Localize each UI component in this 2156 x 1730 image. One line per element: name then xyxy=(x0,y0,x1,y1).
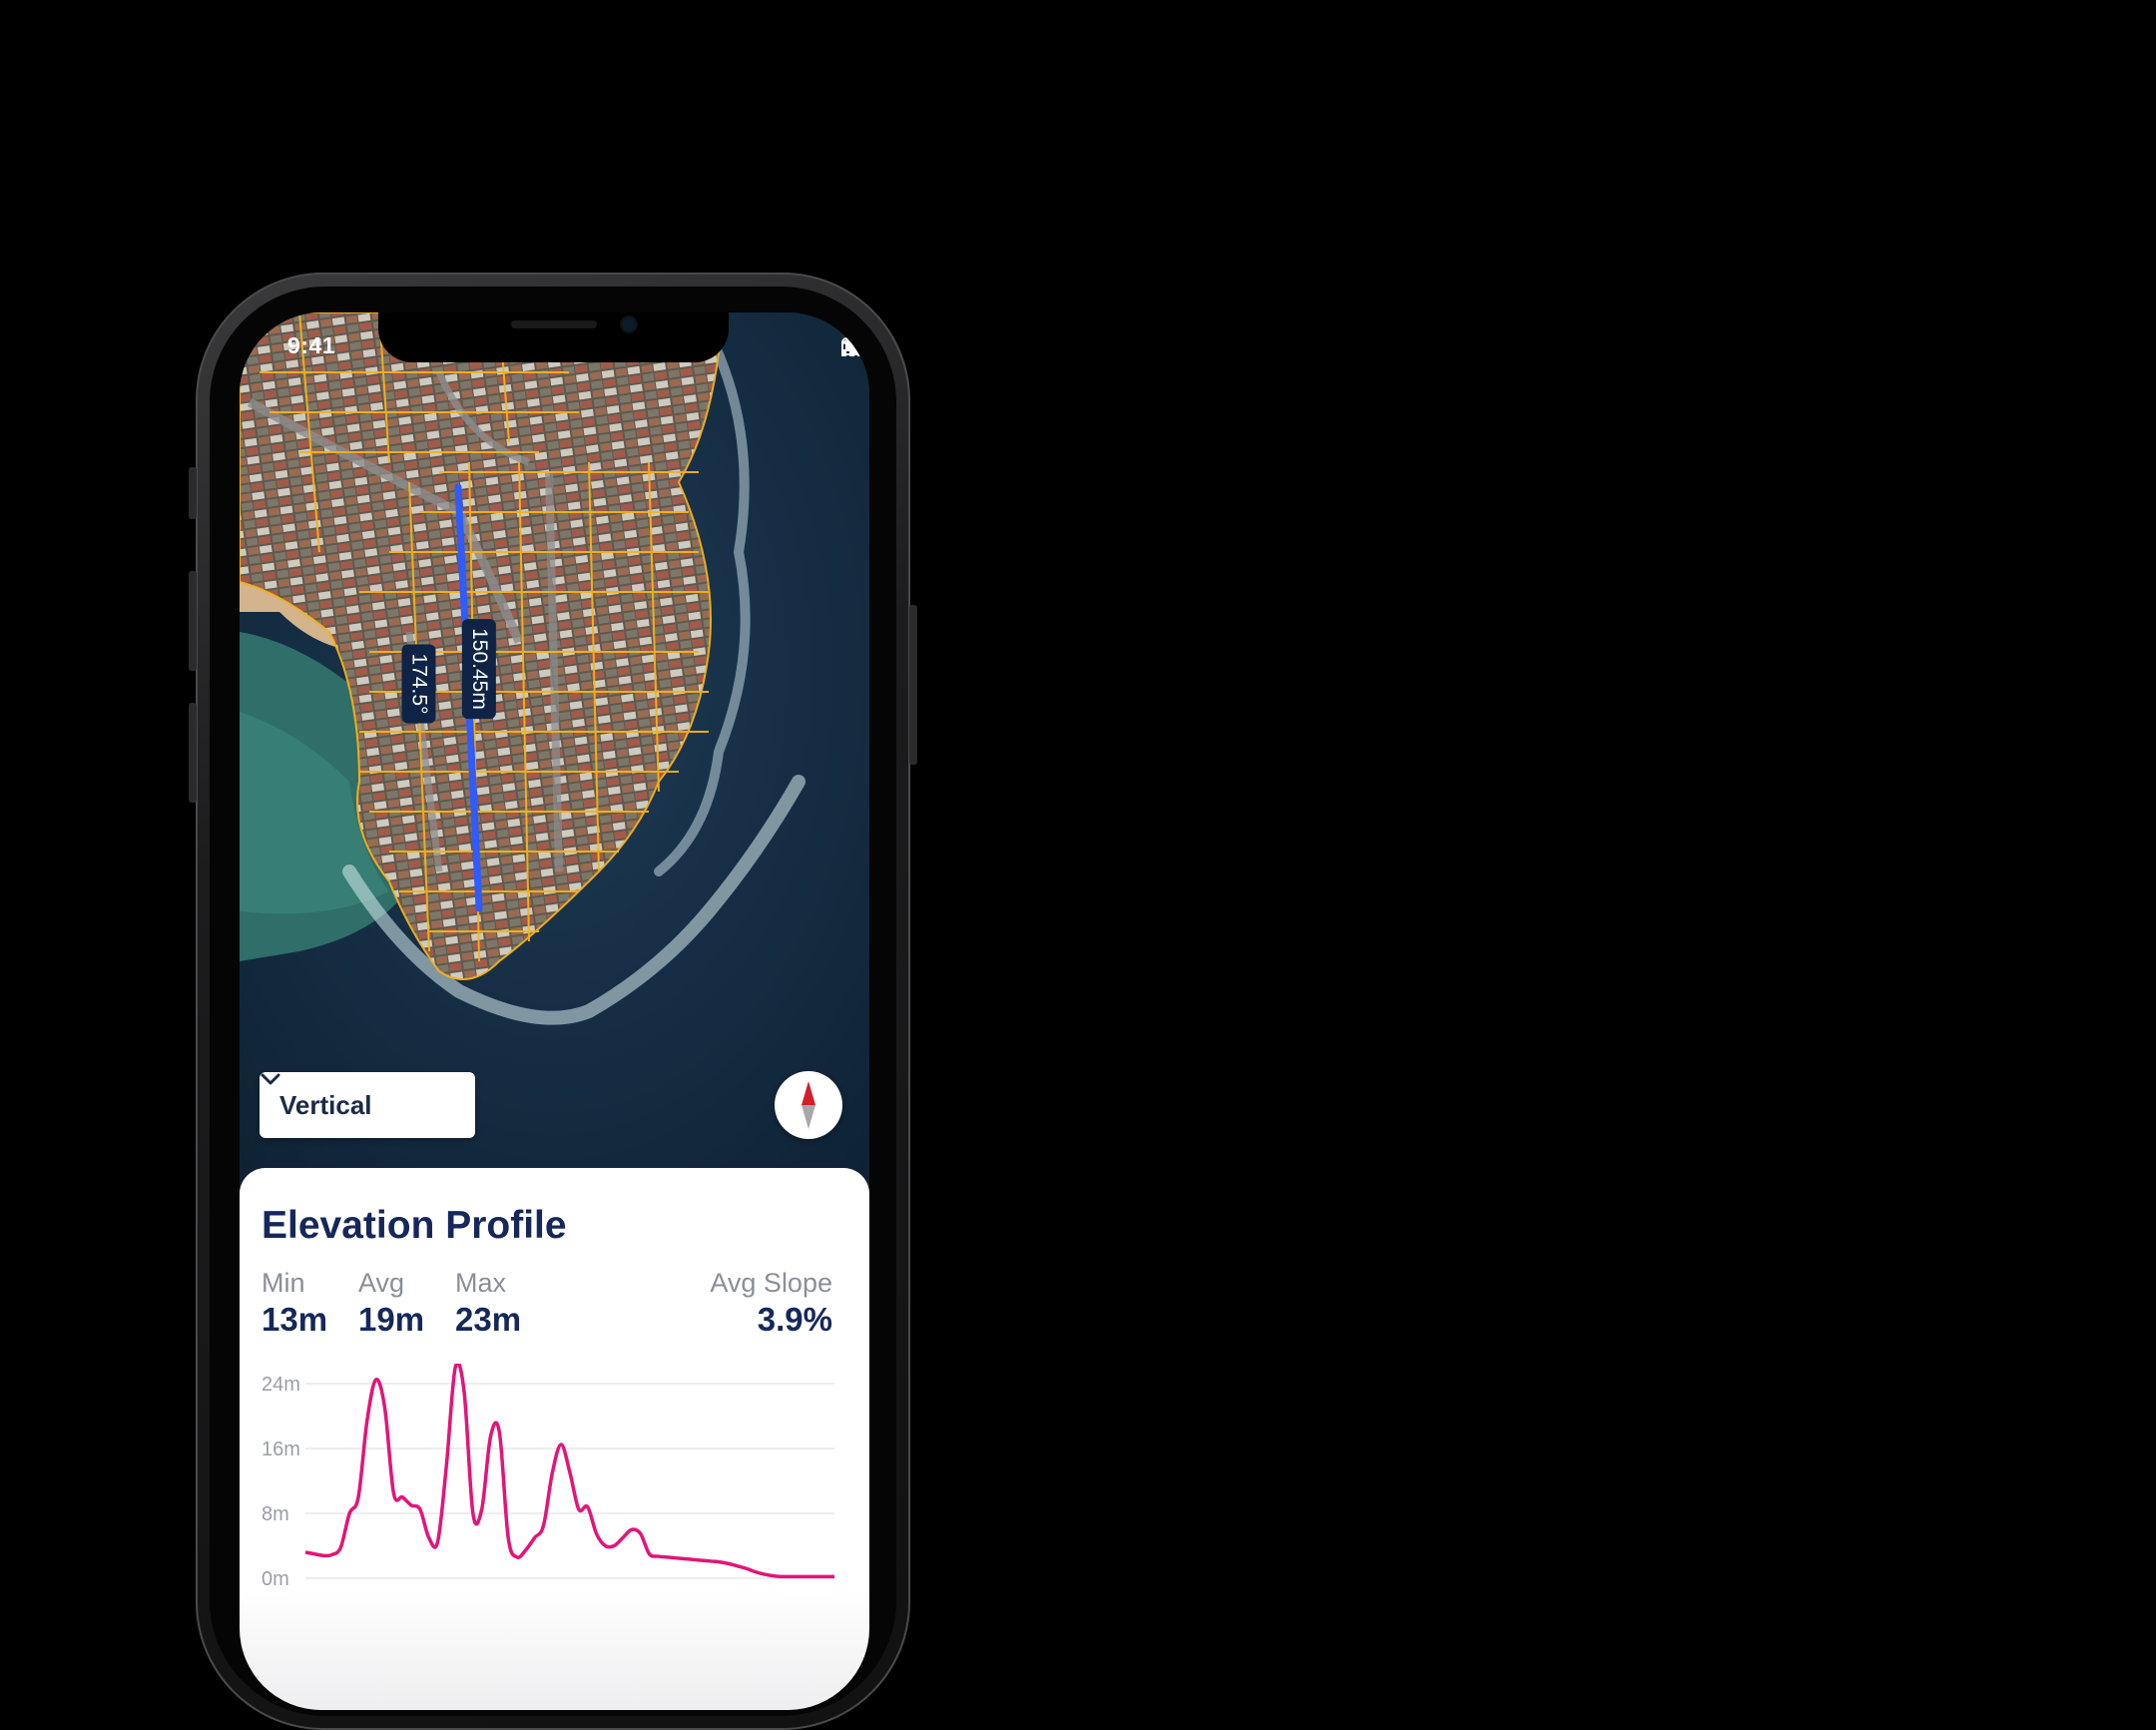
bearing-label: 174.5° xyxy=(401,645,435,724)
power-button xyxy=(909,605,917,765)
stat-min: Min 13m xyxy=(262,1268,327,1339)
volume-down-button xyxy=(189,703,197,803)
mute-switch xyxy=(189,467,197,519)
chevron-down-icon xyxy=(260,1072,281,1086)
compass-button[interactable] xyxy=(775,1071,842,1139)
phone-screen: 9:41 150.45m 174.5° Vertical xyxy=(240,312,869,1710)
status-time: 9:41 xyxy=(287,332,335,359)
stat-min-value: 13m xyxy=(262,1301,327,1339)
stat-max: Max 23m xyxy=(455,1268,521,1339)
stat-max-label: Max xyxy=(455,1268,521,1299)
volume-up-button xyxy=(189,571,197,671)
stat-avg: Avg 19m xyxy=(358,1268,424,1339)
camera-notch xyxy=(378,312,729,362)
distance-label: 150.45m xyxy=(462,619,496,719)
elevation-sheet: Elevation Profile Min 13m Avg 19m Max 23… xyxy=(240,1168,869,1710)
elevation-title: Elevation Profile xyxy=(262,1204,567,1248)
measure-mode-dropdown[interactable]: Vertical xyxy=(260,1072,475,1138)
speaker-grille xyxy=(511,320,597,328)
front-camera xyxy=(622,317,636,331)
battery-icon xyxy=(841,336,869,356)
sheet-fade xyxy=(240,1587,869,1710)
elevation-line xyxy=(305,1364,834,1576)
measure-mode-value: Vertical xyxy=(279,1090,372,1121)
stat-avg-label: Avg xyxy=(358,1268,424,1299)
stat-avg-value: 19m xyxy=(358,1301,424,1339)
stat-max-value: 23m xyxy=(455,1301,521,1339)
stat-slope-value: 3.9% xyxy=(710,1301,832,1339)
satellite-map[interactable]: 9:41 150.45m 174.5° Vertical xyxy=(240,312,869,1211)
y-tick-label: 16m xyxy=(262,1439,300,1460)
stat-slope: Avg Slope 3.9% xyxy=(710,1268,832,1339)
stat-min-label: Min xyxy=(262,1268,327,1299)
y-tick-label: 8m xyxy=(262,1503,289,1525)
compass-icon xyxy=(775,1071,842,1139)
elevation-chart[interactable]: 24m16m8m0m xyxy=(240,1364,869,1603)
stat-slope-label: Avg Slope xyxy=(710,1268,832,1299)
y-tick-label: 24m xyxy=(262,1374,300,1396)
